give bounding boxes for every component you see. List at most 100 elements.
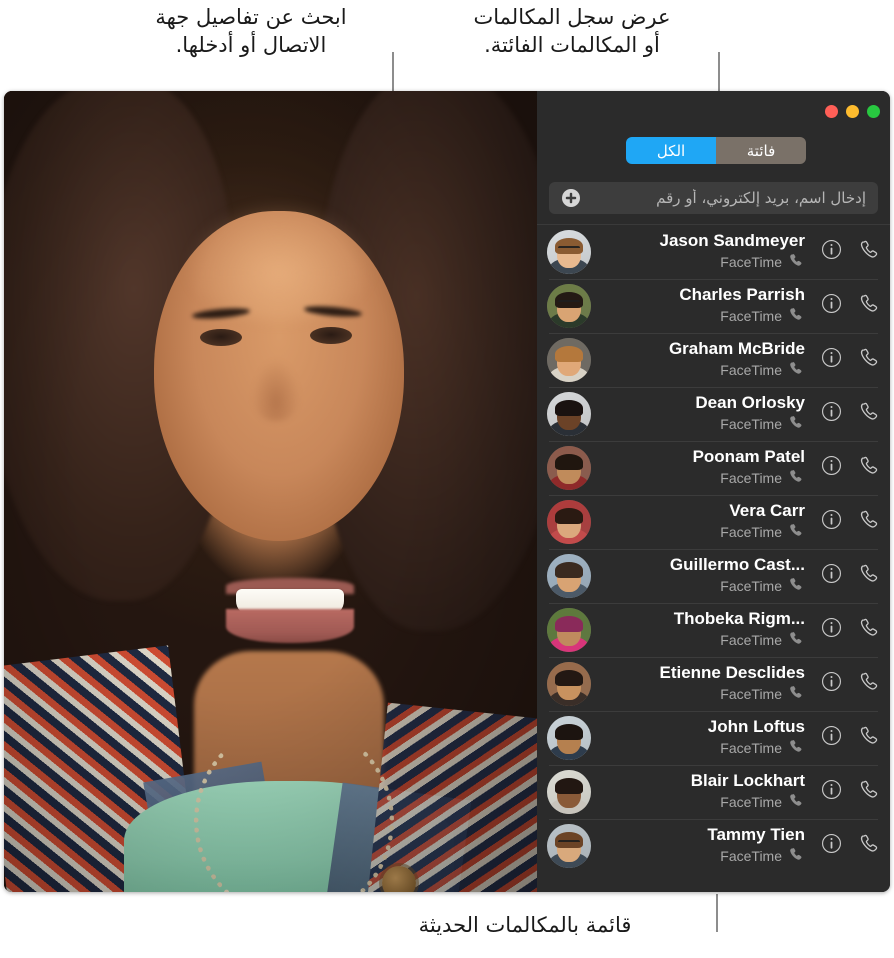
avatar	[547, 770, 591, 814]
call-contact-name: Charles Parrish	[679, 284, 805, 304]
call-row-subtitle: FaceTime	[591, 684, 805, 706]
recent-calls-list[interactable]: Jason Sandmeyer FaceTime Charles Parrish Fa…	[537, 224, 890, 892]
phone-handset-icon[interactable]	[858, 832, 882, 861]
call-list-item[interactable]: Blair Lockhart FaceTime	[537, 765, 890, 819]
caller-video-image	[4, 91, 537, 892]
call-row-actions	[815, 724, 882, 753]
callout-filter-text: عرض سجل المكالمات أو المكالمات الفائتة.	[473, 5, 671, 57]
phone-handset-small-icon	[788, 576, 805, 598]
call-row-actions	[815, 670, 882, 699]
call-service-label: FaceTime	[720, 416, 782, 432]
search-field-container[interactable]	[549, 182, 878, 214]
avatar	[547, 554, 591, 598]
call-contact-name: Poonam Patel	[692, 446, 805, 466]
info-circle-icon[interactable]	[821, 779, 842, 805]
info-circle-icon[interactable]	[821, 347, 842, 373]
info-circle-icon[interactable]	[821, 617, 842, 643]
call-row-text: Graham McBride FaceTime	[591, 339, 815, 382]
phone-handset-icon[interactable]	[858, 454, 882, 483]
call-row-text: John Loftus FaceTime	[591, 717, 815, 760]
call-row-actions	[815, 508, 882, 537]
call-contact-name: John Loftus	[707, 716, 805, 736]
call-list-item[interactable]: Vera Carr FaceTime	[537, 495, 890, 549]
call-list-item[interactable]: Poonam Patel FaceTime	[537, 441, 890, 495]
info-circle-icon[interactable]	[821, 833, 842, 859]
call-list-item[interactable]: Charles Parrish FaceTime	[537, 279, 890, 333]
facetime-window: الكل فائتة Jason SandmeyerFaceTimeCharle…	[4, 91, 890, 892]
avatar	[547, 662, 591, 706]
info-circle-icon[interactable]	[821, 293, 842, 319]
phone-handset-small-icon	[788, 414, 805, 436]
call-service-label: FaceTime	[720, 848, 782, 864]
avatar	[547, 230, 591, 274]
call-service-label: FaceTime	[720, 362, 782, 378]
call-row-subtitle: FaceTime	[591, 306, 805, 328]
call-contact-name: Thobeka Rigm...	[673, 608, 805, 628]
info-circle-icon[interactable]	[821, 725, 842, 751]
video-preview-pane[interactable]	[4, 91, 537, 892]
call-service-label: FaceTime	[720, 254, 782, 270]
traffic-lights	[825, 105, 880, 118]
call-list-item[interactable]: Tammy Tien FaceTime	[537, 819, 890, 873]
call-list-item[interactable]: John Loftus FaceTime	[537, 711, 890, 765]
phone-handset-icon[interactable]	[858, 400, 882, 429]
phone-handset-icon[interactable]	[858, 238, 882, 267]
info-circle-icon[interactable]	[821, 509, 842, 535]
phone-handset-icon[interactable]	[858, 292, 882, 321]
call-row-text: Tammy Tien FaceTime	[591, 825, 815, 868]
info-circle-icon[interactable]	[821, 401, 842, 427]
call-list-item[interactable]: Thobeka Rigm... FaceTime	[537, 603, 890, 657]
call-row-subtitle: FaceTime	[591, 846, 805, 868]
call-list-item[interactable]: Etienne Desclides FaceTime	[537, 657, 890, 711]
call-row-text: Poonam Patel FaceTime	[591, 447, 815, 490]
close-button[interactable]	[825, 105, 838, 118]
call-row-actions	[815, 238, 882, 267]
call-row-actions	[815, 616, 882, 645]
phone-handset-small-icon	[788, 252, 805, 274]
call-contact-name: Dean Orlosky	[695, 392, 805, 412]
call-list-item[interactable]: Graham McBride FaceTime	[537, 333, 890, 387]
call-service-label: FaceTime	[720, 470, 782, 486]
call-row-subtitle: FaceTime	[591, 414, 805, 436]
call-row-subtitle: FaceTime	[591, 252, 805, 274]
phone-handset-icon[interactable]	[858, 670, 882, 699]
phone-handset-small-icon	[788, 306, 805, 328]
avatar	[547, 392, 591, 436]
phone-handset-icon[interactable]	[858, 778, 882, 807]
call-row-actions	[815, 454, 882, 483]
segment-all[interactable]: الكل	[626, 137, 716, 164]
phone-handset-icon[interactable]	[858, 562, 882, 591]
call-row-subtitle: FaceTime	[591, 630, 805, 652]
avatar	[547, 716, 591, 760]
minimize-button[interactable]	[846, 105, 859, 118]
window-titlebar[interactable]	[537, 91, 890, 137]
calls-sidebar: الكل فائتة Jason SandmeyerFaceTimeCharle…	[537, 91, 890, 892]
info-circle-icon[interactable]	[821, 563, 842, 589]
phone-handset-icon[interactable]	[858, 346, 882, 375]
call-filter-segmented-control[interactable]: الكل فائتة	[626, 137, 806, 164]
call-list-item[interactable]: Dean Orlosky FaceTime	[537, 387, 890, 441]
zoom-button[interactable]	[867, 105, 880, 118]
call-service-label: FaceTime	[720, 794, 782, 810]
segment-missed[interactable]: فائتة	[716, 137, 806, 164]
plus-circle-icon[interactable]	[561, 188, 581, 208]
call-service-label: FaceTime	[720, 686, 782, 702]
info-circle-icon[interactable]	[821, 671, 842, 697]
phone-handset-icon[interactable]	[858, 508, 882, 537]
info-circle-icon[interactable]	[821, 239, 842, 265]
phone-handset-icon[interactable]	[858, 616, 882, 645]
phone-handset-small-icon	[788, 738, 805, 760]
phone-handset-icon[interactable]	[858, 724, 882, 753]
phone-handset-small-icon	[788, 522, 805, 544]
call-contact-name: Jason Sandmeyer	[659, 230, 805, 250]
call-row-subtitle: FaceTime	[591, 576, 805, 598]
call-list-item[interactable]: Jason Sandmeyer FaceTime	[537, 225, 890, 279]
callout-recents-text: قائمة بالمكالمات الحديثة	[418, 913, 632, 937]
call-row-text: Charles Parrish FaceTime	[591, 285, 815, 328]
call-row-actions	[815, 292, 882, 321]
info-circle-icon[interactable]	[821, 455, 842, 481]
call-row-text: Guillermo Cast... FaceTime	[591, 555, 815, 598]
call-list-item[interactable]: Guillermo Cast... FaceTime	[537, 549, 890, 603]
search-input[interactable]	[589, 189, 866, 207]
call-row-subtitle: FaceTime	[591, 360, 805, 382]
